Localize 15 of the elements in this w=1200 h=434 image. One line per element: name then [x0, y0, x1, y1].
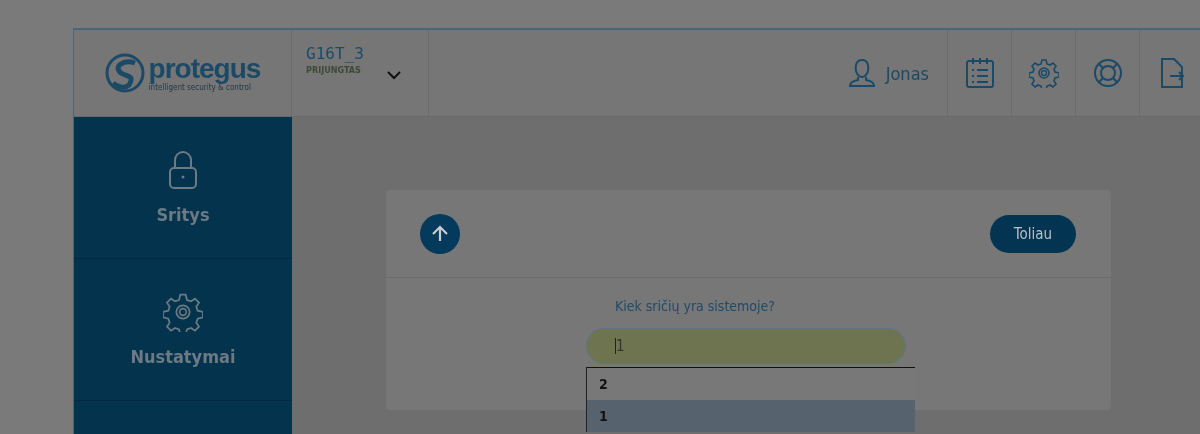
- arrow-up-icon: [430, 223, 450, 244]
- logo-icon: [104, 53, 145, 93]
- gear-icon: [163, 292, 203, 332]
- user-icon: [847, 58, 876, 88]
- device-selector[interactable]: G16T_3 PRIJUNGTAS: [292, 30, 429, 116]
- autocomplete-option[interactable]: 1: [587, 400, 915, 432]
- next-button[interactable]: Toliau: [989, 214, 1076, 253]
- chevron-down-icon: [385, 70, 402, 80]
- lock-icon: [168, 150, 198, 190]
- autocomplete-option[interactable]: 2: [587, 368, 915, 400]
- question-label: Kiek sričių yra sistemoje?: [615, 298, 775, 314]
- arrow-up-button[interactable]: [420, 213, 460, 254]
- user-menu[interactable]: Jonas: [835, 30, 948, 116]
- input-field[interactable]: 1: [586, 328, 906, 364]
- logo-name: protegus: [148, 54, 261, 83]
